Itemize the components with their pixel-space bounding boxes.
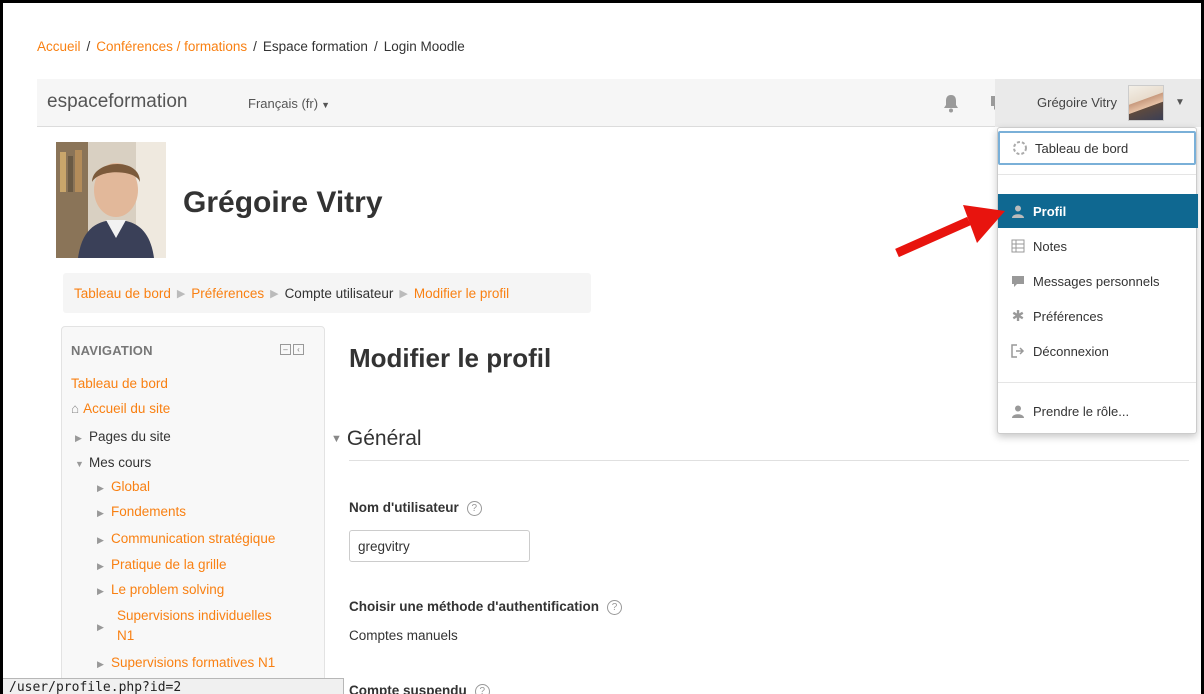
nav-course-item[interactable]: ▶ Communication stratégique xyxy=(97,530,275,549)
chevron-down-icon: ▼ xyxy=(1175,97,1185,108)
menu-item-login-as[interactable]: Prendre le rôle... xyxy=(998,394,1198,428)
site-brand[interactable]: espaceformation xyxy=(47,91,187,113)
red-arrow-annotation xyxy=(895,205,1005,258)
nav-site-home[interactable]: ⌂ Accueil du site xyxy=(71,400,170,417)
breadcrumb-preferences-link[interactable]: Préférences xyxy=(191,286,264,301)
menu-divider xyxy=(998,382,1196,383)
username-field[interactable] xyxy=(349,530,530,562)
user-dropdown-menu: Tableau de bord Profil Notes Messages pe… xyxy=(997,127,1198,434)
chevron-right-icon: ▶ xyxy=(97,586,104,596)
browser-frame: Accueil / Conférences / formations / Espace … xyxy=(0,0,1204,694)
nav-course-item[interactable]: ▶ Global xyxy=(97,478,150,497)
username-label: Nom d'utilisateur? xyxy=(349,500,482,516)
nav-my-courses[interactable]: ▼ Mes cours xyxy=(75,454,151,473)
auth-method-label: Choisir une méthode d'authentification? xyxy=(349,599,622,615)
home-icon: ⌂ xyxy=(71,401,80,416)
dock-block-icon[interactable]: ‹ xyxy=(293,344,304,355)
breadcrumb-separator-icon: ▶ xyxy=(399,287,408,300)
navigation-title: NAVIGATION xyxy=(71,343,153,358)
avatar xyxy=(1128,85,1164,121)
chevron-right-icon: ▶ xyxy=(97,622,104,632)
breadcrumb-separator-icon: ▶ xyxy=(270,287,279,300)
chevron-down-icon: ▼ xyxy=(75,459,84,469)
help-icon[interactable]: ? xyxy=(606,600,622,615)
menu-item-dashboard[interactable]: Tableau de bord xyxy=(998,131,1196,165)
auth-method-value: Comptes manuels xyxy=(349,628,458,643)
browser-status-bar: /user/profile.php?id=2 xyxy=(3,678,344,694)
dashboard-icon xyxy=(1012,140,1028,156)
nav-course-item[interactable]: ▶ Le problem solving xyxy=(97,581,224,600)
user-name: Grégoire Vitry xyxy=(1037,95,1117,110)
user-icon xyxy=(1010,203,1026,219)
chevron-down-icon: ▼ xyxy=(331,433,342,445)
chat-icon xyxy=(1010,273,1026,289)
menu-item-preferences[interactable]: ✱ Préférences xyxy=(998,299,1198,333)
gear-icon: ✱ xyxy=(1011,308,1025,325)
breadcrumb-separator-icon: ▶ xyxy=(176,287,186,300)
breadcrumb-espace-formation: Espace formation xyxy=(262,39,368,54)
nav-course-item[interactable]: Supervisions individuelles xyxy=(97,607,272,624)
breadcrumb-conferences-link[interactable]: Conférences / formations xyxy=(96,39,247,54)
breadcrumb-user-account: Compte utilisateur xyxy=(284,285,394,301)
nav-course-item[interactable]: ▶ Pratique de la grille xyxy=(97,556,227,575)
menu-item-logout[interactable]: Déconnexion xyxy=(998,334,1198,368)
help-icon[interactable]: ? xyxy=(474,684,490,694)
language-selector[interactable]: Français (fr) ▼ xyxy=(248,96,330,111)
section-general-toggle[interactable]: ▼ Général xyxy=(331,427,422,451)
breadcrumb-login-moodle: Login Moodle xyxy=(383,39,465,54)
grades-icon xyxy=(1010,238,1026,254)
chevron-right-icon: ▶ xyxy=(75,433,82,443)
menu-divider xyxy=(998,174,1196,175)
bell-icon[interactable] xyxy=(941,92,961,114)
user-menu-toggle[interactable]: Grégoire Vitry ▼ xyxy=(995,79,1201,127)
nav-dashboard[interactable]: Tableau de bord xyxy=(71,375,168,392)
user-icon xyxy=(1010,403,1026,419)
top-navbar: espaceformation Français (fr)▼ 4 Grégoir… xyxy=(37,79,1201,127)
top-breadcrumb: Accueil / Conférences / formations / Espace … xyxy=(37,39,465,54)
nav-course-item[interactable]: ▶ Supervisions formatives N1 xyxy=(97,654,275,673)
chevron-right-icon: ▶ xyxy=(97,535,104,545)
breadcrumb-edit-profile-link[interactable]: Modifier le profil xyxy=(414,286,509,301)
chevron-right-icon: ▶ xyxy=(97,508,104,518)
section-divider xyxy=(349,460,1189,461)
logout-icon xyxy=(1010,343,1026,359)
chevron-right-icon: ▶ xyxy=(97,483,104,493)
profile-fullname: Grégoire Vitry xyxy=(183,186,383,219)
chevron-right-icon: ▶ xyxy=(97,659,104,669)
help-icon[interactable]: ? xyxy=(466,501,482,516)
nav-course-item-continuation[interactable]: N1 xyxy=(117,627,134,644)
page-breadcrumb: Tableau de bord ▶ Préférences ▶ Compte u… xyxy=(63,273,591,313)
menu-item-profile[interactable]: Profil xyxy=(998,194,1198,228)
nav-site-pages[interactable]: ▶ Pages du site xyxy=(75,428,171,447)
breadcrumb-dashboard-link[interactable]: Tableau de bord xyxy=(74,286,171,301)
page-title: Modifier le profil xyxy=(349,343,552,373)
breadcrumb-home-link[interactable]: Accueil xyxy=(37,39,81,54)
collapse-block-icon[interactable]: – xyxy=(280,344,291,355)
nav-course-item[interactable]: ▶ Fondements xyxy=(97,503,186,522)
menu-item-notes[interactable]: Notes xyxy=(998,229,1198,263)
chevron-right-icon: ▶ xyxy=(97,561,104,571)
profile-picture xyxy=(56,142,166,258)
chevron-down-icon: ▼ xyxy=(321,100,330,110)
suspended-label: Compte suspendu? xyxy=(349,683,490,694)
menu-item-messages[interactable]: Messages personnels xyxy=(998,264,1198,298)
block-controls: – ‹ xyxy=(280,344,306,356)
